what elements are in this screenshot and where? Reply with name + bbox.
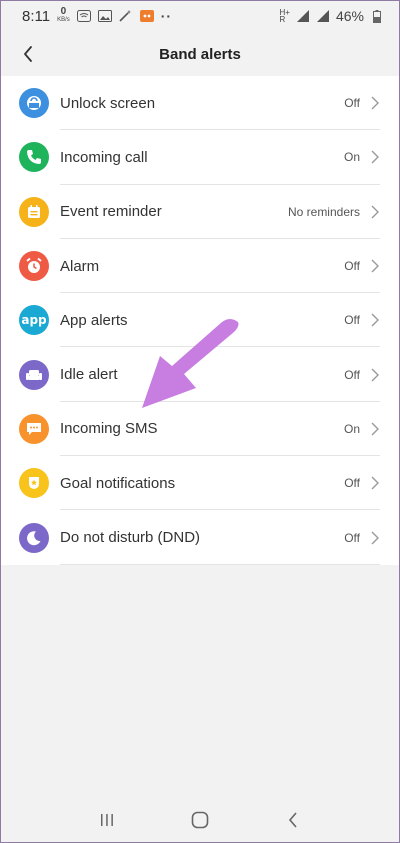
alert-value: Off bbox=[344, 96, 360, 111]
recent-apps-button[interactable] bbox=[87, 800, 127, 840]
alert-row-idle-alert[interactable]: Idle alert Off bbox=[0, 347, 400, 402]
home-icon bbox=[191, 811, 209, 828]
network-speed: 0 KB/s bbox=[57, 6, 70, 24]
alert-value: Off bbox=[344, 259, 360, 274]
alert-value: On bbox=[343, 421, 360, 436]
alert-row-alarm[interactable]: Alarm Off bbox=[0, 239, 400, 294]
status-bar: 8:11 0 KB/s ·· H+ R 46% bbox=[0, 0, 400, 32]
alert-label: Incoming SMS bbox=[60, 420, 158, 438]
alert-label: Incoming call bbox=[60, 148, 148, 166]
sofa-icon bbox=[19, 359, 49, 390]
alert-value: On bbox=[343, 150, 360, 165]
moon-icon bbox=[19, 522, 49, 553]
alert-value: Off bbox=[344, 313, 360, 328]
chevron-right-icon bbox=[371, 150, 379, 164]
alert-label: Idle alert bbox=[60, 366, 118, 384]
chevron-right-icon bbox=[371, 96, 379, 110]
alert-value: Off bbox=[344, 476, 360, 491]
alert-value: No reminders bbox=[287, 204, 360, 219]
lock-icon bbox=[19, 88, 49, 119]
alert-label: Alarm bbox=[60, 257, 100, 275]
message-icon bbox=[19, 413, 49, 444]
chevron-right-icon bbox=[371, 422, 379, 436]
back-chevron-icon bbox=[24, 46, 32, 62]
back-nav-icon bbox=[289, 811, 297, 828]
alert-label: Event reminder bbox=[60, 203, 162, 221]
alert-row-goal-notifications[interactable]: Goal notifications Off bbox=[0, 456, 400, 511]
page-title: Band alerts bbox=[159, 45, 241, 63]
calendar-icon bbox=[19, 196, 49, 227]
alert-label: Do not disturb (DND) bbox=[60, 529, 201, 547]
chevron-right-icon bbox=[371, 368, 379, 382]
network-type-bottom: R bbox=[279, 15, 286, 24]
magic-wand-icon bbox=[119, 10, 133, 22]
header: Band alerts bbox=[0, 32, 400, 76]
trophy-icon bbox=[19, 468, 49, 499]
battery-icon bbox=[370, 9, 384, 23]
chevron-right-icon bbox=[371, 313, 379, 327]
chevron-right-icon bbox=[371, 476, 379, 490]
alert-label: App alerts bbox=[60, 311, 128, 329]
alert-label: Unlock screen bbox=[60, 94, 156, 112]
home-button[interactable] bbox=[180, 800, 220, 840]
row-divider bbox=[60, 563, 380, 565]
alert-row-do-not-disturb[interactable]: Do not disturb (DND) Off bbox=[0, 510, 400, 565]
wifi-calling-icon bbox=[76, 10, 91, 22]
alert-row-app-alerts[interactable]: app App alerts Off bbox=[0, 293, 400, 348]
alert-row-unlock-screen[interactable]: Unlock screen Off bbox=[0, 76, 400, 131]
system-navigation-bar bbox=[0, 796, 400, 843]
back-button[interactable] bbox=[14, 40, 42, 68]
chevron-right-icon bbox=[371, 531, 379, 545]
status-time: 8:11 bbox=[22, 7, 51, 25]
back-nav-button[interactable] bbox=[273, 800, 313, 840]
signal-icon-2 bbox=[316, 10, 330, 22]
alert-value: Off bbox=[344, 367, 360, 382]
chevron-right-icon bbox=[371, 205, 379, 219]
alert-label: Goal notifications bbox=[60, 474, 176, 492]
more-notifications-icon: ·· bbox=[160, 8, 173, 24]
alerts-list: Unlock screen Off Incoming call On Event… bbox=[0, 76, 400, 565]
app-notification-icon bbox=[139, 10, 154, 22]
app-icon-text: app bbox=[21, 313, 47, 328]
network-speed-unit: KB/s bbox=[57, 17, 70, 23]
network-speed-value: 0 bbox=[60, 6, 67, 17]
alert-value: Off bbox=[344, 530, 360, 545]
alert-row-event-reminder[interactable]: Event reminder No reminders bbox=[0, 185, 400, 239]
phone-icon bbox=[19, 142, 49, 173]
gallery-icon bbox=[97, 10, 112, 22]
battery-percent: 46% bbox=[335, 8, 364, 24]
alert-row-incoming-call[interactable]: Incoming call On bbox=[0, 130, 400, 185]
signal-icon bbox=[296, 10, 310, 22]
alert-row-incoming-sms[interactable]: Incoming SMS On bbox=[0, 402, 400, 457]
network-type: H+ R bbox=[279, 9, 290, 24]
alarm-clock-icon bbox=[19, 251, 49, 282]
chevron-right-icon bbox=[371, 259, 379, 273]
recent-apps-icon bbox=[100, 813, 113, 826]
app-icon: app bbox=[19, 305, 49, 336]
